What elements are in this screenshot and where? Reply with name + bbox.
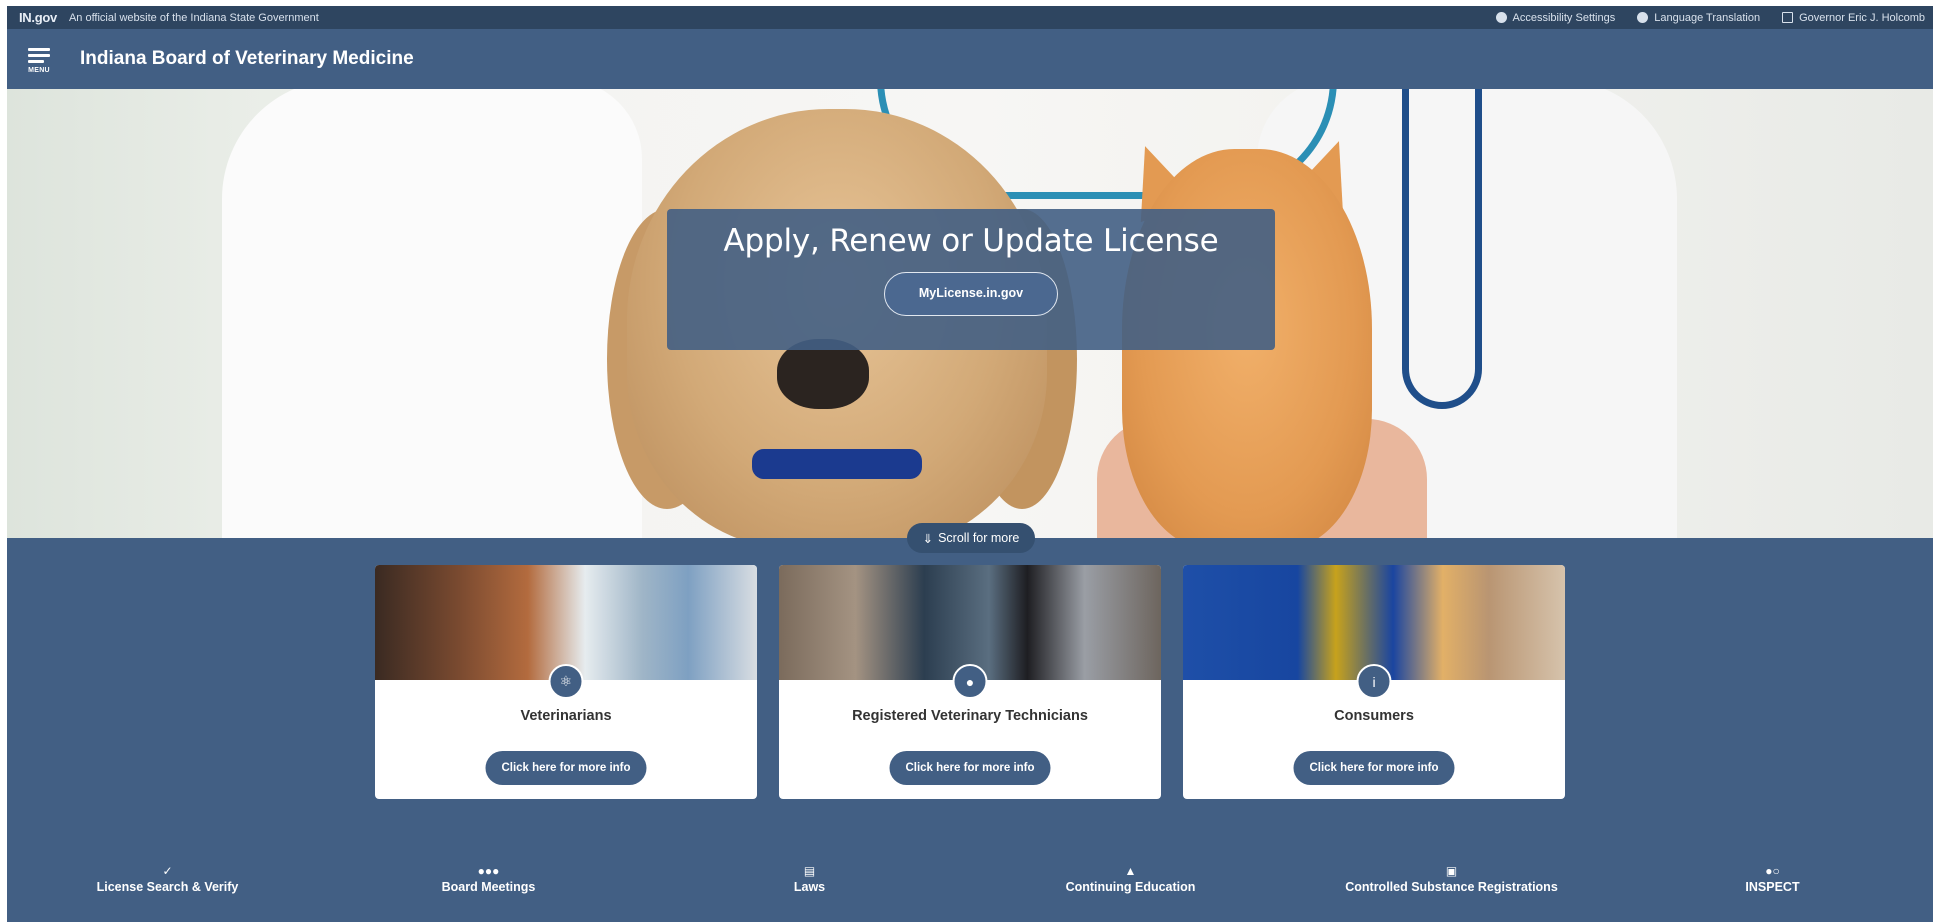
info-icon: i — [1356, 664, 1392, 699]
quick-link-label: INSPECT — [1745, 880, 1800, 894]
hero-coat-left — [222, 89, 642, 538]
veterinarian-horse-photo — [375, 565, 757, 680]
menu-button[interactable]: MENU — [19, 45, 59, 74]
scroll-icon: ▤ — [803, 864, 816, 878]
accessibility-settings-label: Accessibility Settings — [1512, 11, 1616, 24]
license-cta-heading: Apply, Renew or Update License — [723, 223, 1219, 259]
technicians-more-info-button[interactable]: Click here for more info — [889, 751, 1051, 785]
id-card-icon: ▣ — [1445, 864, 1458, 878]
quick-link-inspect[interactable]: ●○ INSPECT — [1612, 864, 1933, 904]
quick-link-label: Continuing Education — [1065, 880, 1196, 894]
card-vet-technicians: ● Registered Veterinary Technicians Clic… — [779, 565, 1161, 799]
quick-link-license-search[interactable]: ✓ License Search & Verify — [7, 864, 328, 904]
scroll-for-more-button[interactable]: ⇓ Scroll for more — [907, 523, 1035, 553]
card-title: Veterinarians — [520, 708, 612, 724]
mylicense-button[interactable]: MyLicense.in.gov — [884, 272, 1058, 316]
people-group-icon: ●●● — [477, 864, 500, 878]
external-link-icon — [1782, 12, 1794, 23]
graduation-cap-icon: ▲ — [1124, 864, 1137, 878]
indiana-flag-photo — [1183, 565, 1565, 680]
audience-cards: ⚛ Veterinarians Click here for more info… — [375, 565, 1565, 799]
quick-link-continuing-education[interactable]: ▲ Continuing Education — [970, 864, 1291, 904]
technician-computer-photo — [779, 565, 1161, 680]
site-title[interactable]: Indiana Board of Veterinary Medicine — [80, 48, 414, 70]
utility-bar: IN.gov An official website of the Indian… — [7, 6, 1933, 29]
hero-dog-collar — [752, 449, 922, 479]
quick-link-label: Board Meetings — [441, 880, 536, 894]
card-veterinarians: ⚛ Veterinarians Click here for more info — [375, 565, 757, 799]
scroll-for-more-label: Scroll for more — [938, 531, 1020, 545]
license-cta-box: Apply, Renew or Update License MyLicense… — [667, 209, 1275, 350]
accessibility-settings-link[interactable]: Accessibility Settings — [1495, 11, 1616, 24]
quick-link-controlled-substance[interactable]: ▣ Controlled Substance Registrations — [1291, 864, 1612, 904]
in-gov-logo[interactable]: IN.gov — [19, 10, 57, 25]
card-consumers: i Consumers Click here for more info — [1183, 565, 1565, 799]
menu-label: MENU — [28, 66, 50, 74]
accessibility-icon — [1495, 12, 1507, 23]
pills-icon: ●○ — [1765, 864, 1780, 878]
governor-link[interactable]: Governor Eric J. Holcomb — [1782, 12, 1925, 24]
quick-link-board-meetings[interactable]: ●●● Board Meetings — [328, 864, 649, 904]
hero-banner: Apply, Renew or Update License MyLicense… — [7, 89, 1933, 538]
language-translation-link[interactable]: Language Translation — [1637, 12, 1760, 24]
checkmark-icon: ✓ — [162, 864, 173, 878]
official-website-text: An official website of the Indiana State… — [68, 11, 319, 24]
card-title: Registered Veterinary Technicians — [852, 708, 1088, 724]
quick-link-laws[interactable]: ▤ Laws — [649, 864, 970, 904]
globe-icon — [1637, 12, 1649, 23]
hero-stethoscope-tube — [1402, 89, 1482, 409]
person-icon: ● — [952, 664, 988, 699]
consumers-more-info-button[interactable]: Click here for more info — [1293, 751, 1455, 785]
quick-link-label: Controlled Substance Registrations — [1345, 880, 1558, 894]
site-header: MENU Indiana Board of Veterinary Medicin… — [7, 29, 1933, 89]
double-chevron-down-icon: ⇓ — [922, 531, 934, 546]
stethoscope-icon: ⚛ — [548, 664, 584, 699]
quick-link-label: Laws — [793, 880, 826, 894]
veterinarians-more-info-button[interactable]: Click here for more info — [485, 751, 647, 785]
language-translation-label: Language Translation — [1654, 11, 1761, 24]
page-frame: IN.gov An official website of the Indian… — [7, 6, 1933, 922]
card-title: Consumers — [1334, 708, 1414, 724]
quick-link-label: License Search & Verify — [96, 880, 239, 894]
governor-label: Governor Eric J. Holcomb — [1799, 11, 1925, 24]
quick-links-bar: ✓ License Search & Verify ●●● Board Meet… — [7, 864, 1933, 904]
hamburger-icon — [28, 45, 50, 66]
utility-links: Accessibility Settings Language Translat… — [1495, 11, 1925, 24]
